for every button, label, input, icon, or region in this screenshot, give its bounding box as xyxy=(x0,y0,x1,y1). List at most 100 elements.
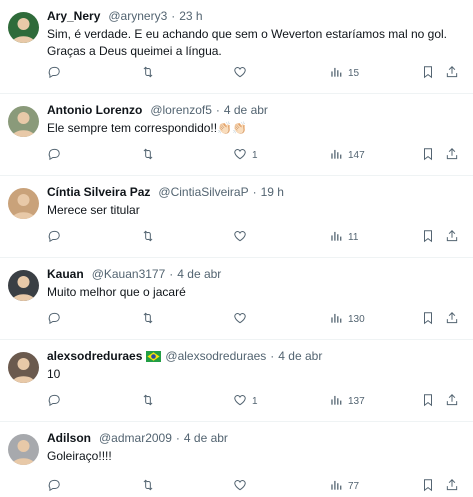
bookmark-button[interactable] xyxy=(421,393,435,410)
share-icon xyxy=(445,65,459,82)
retweet-button[interactable] xyxy=(141,65,160,82)
share-icon xyxy=(445,147,459,164)
share-button[interactable] xyxy=(445,229,459,246)
timestamp[interactable]: 19 h xyxy=(261,184,284,200)
like-button[interactable]: 1 xyxy=(233,393,258,410)
retweet-button[interactable] xyxy=(141,311,160,328)
user-handle[interactable]: @admar2009 xyxy=(99,430,172,446)
reply-button[interactable] xyxy=(47,65,66,82)
bookmark-button[interactable] xyxy=(421,65,435,82)
like-button[interactable]: 1 xyxy=(233,147,258,164)
display-name[interactable]: Adilson xyxy=(47,430,91,446)
heart-icon xyxy=(233,478,247,495)
share-button[interactable] xyxy=(445,311,459,328)
user-handle[interactable]: @arynery3 xyxy=(108,8,167,24)
tweet[interactable]: Cíntia Silveira Paz @CintiaSilveiraP · 1… xyxy=(0,176,473,258)
retweet-button[interactable] xyxy=(141,393,160,410)
retweet-icon xyxy=(141,393,155,410)
reply-icon xyxy=(47,229,61,246)
tweet-header: Kauan @Kauan3177 · 4 de abr xyxy=(47,266,463,282)
tweet-body: Kauan @Kauan3177 · 4 de abr Muito melhor… xyxy=(47,266,463,339)
retweet-button[interactable] xyxy=(141,478,160,495)
views-button[interactable]: 147 xyxy=(329,147,365,164)
action-bar: 1 137 xyxy=(47,393,459,409)
display-name[interactable]: Ary_Nery xyxy=(47,8,100,24)
brazil-flag-icon xyxy=(146,351,162,363)
like-button[interactable] xyxy=(233,229,252,246)
tweet[interactable]: Ary_Nery @arynery3 · 23 h Sim, é verdade… xyxy=(0,0,473,94)
views-button[interactable]: 77 xyxy=(329,478,359,495)
bookmark-icon xyxy=(421,229,435,246)
action-bar: 1 147 xyxy=(47,147,459,163)
retweet-icon xyxy=(141,229,155,246)
tweet-header: Cíntia Silveira Paz @CintiaSilveiraP · 1… xyxy=(47,184,463,200)
retweet-button[interactable] xyxy=(141,229,160,246)
views-button[interactable]: 137 xyxy=(329,393,365,410)
bookmark-button[interactable] xyxy=(421,478,435,495)
reply-button[interactable] xyxy=(47,393,66,410)
user-handle[interactable]: @alexsodreduraes xyxy=(165,348,266,364)
view-count: 77 xyxy=(348,480,360,492)
views-button[interactable]: 15 xyxy=(329,65,359,82)
tweet-text-line: 10 xyxy=(47,367,61,381)
views-button[interactable]: 11 xyxy=(329,229,358,246)
reply-button[interactable] xyxy=(47,478,66,495)
views-chart-icon xyxy=(329,393,343,410)
bookmark-button[interactable] xyxy=(421,147,435,164)
display-name[interactable]: Kauan xyxy=(47,266,84,282)
retweet-button[interactable] xyxy=(141,147,160,164)
views-chart-icon xyxy=(329,147,343,164)
tweet-text: Muito melhor que o jacaré xyxy=(47,284,463,301)
like-button[interactable] xyxy=(233,65,252,82)
timestamp[interactable]: 4 de abr xyxy=(177,266,221,282)
views-button[interactable]: 130 xyxy=(329,311,365,328)
display-name[interactable]: Antonio Lorenzo xyxy=(47,102,142,118)
tweet-text: Ele sempre tem correspondido!!👏🏻👏🏻 xyxy=(47,120,463,137)
avatar-image xyxy=(8,12,39,43)
display-name[interactable]: Cíntia Silveira Paz xyxy=(47,184,150,200)
tweet[interactable]: Adilson @admar2009 · 4 de abr Goleiraço!… xyxy=(0,422,473,497)
user-handle[interactable]: @CintiaSilveiraP xyxy=(158,184,248,200)
avatar[interactable] xyxy=(8,188,39,219)
share-button[interactable] xyxy=(445,147,459,164)
tweet-text-line: Merece ser titular xyxy=(47,203,140,217)
timestamp[interactable]: 4 de abr xyxy=(278,348,322,364)
tweet[interactable]: Kauan @Kauan3177 · 4 de abr Muito melhor… xyxy=(0,258,473,340)
bookmark-button[interactable] xyxy=(421,229,435,246)
separator-dot: · xyxy=(175,431,180,445)
views-chart-icon xyxy=(329,311,343,328)
like-count: 1 xyxy=(252,149,258,161)
share-button[interactable] xyxy=(445,478,459,495)
tweet-header: Ary_Nery @arynery3 · 23 h xyxy=(47,8,463,24)
like-button[interactable] xyxy=(233,478,252,495)
action-bar: 130 xyxy=(47,311,459,327)
tweet-body: alexsodreduraes @alexsodreduraes · 4 de … xyxy=(47,348,463,421)
avatar-image xyxy=(8,106,39,137)
reply-button[interactable] xyxy=(47,311,66,328)
avatar[interactable] xyxy=(8,434,39,465)
share-button[interactable] xyxy=(445,65,459,82)
avatar[interactable] xyxy=(8,12,39,43)
share-button[interactable] xyxy=(445,393,459,410)
timestamp[interactable]: 23 h xyxy=(179,8,202,24)
avatar-image xyxy=(8,352,39,383)
avatar[interactable] xyxy=(8,106,39,137)
timestamp[interactable]: 4 de abr xyxy=(224,102,268,118)
avatar-image xyxy=(8,434,39,465)
tweet-body: Antonio Lorenzo @lorenzof5 · 4 de abr El… xyxy=(47,102,463,175)
reply-button[interactable] xyxy=(47,229,66,246)
avatar[interactable] xyxy=(8,270,39,301)
separator-dot: · xyxy=(270,349,275,363)
display-name[interactable]: alexsodreduraes xyxy=(47,348,142,364)
bookmark-button[interactable] xyxy=(421,311,435,328)
tweet[interactable]: alexsodreduraes @alexsodreduraes · 4 de … xyxy=(0,340,473,422)
tweet[interactable]: Antonio Lorenzo @lorenzof5 · 4 de abr El… xyxy=(0,94,473,176)
like-button[interactable] xyxy=(233,311,252,328)
reply-button[interactable] xyxy=(47,147,66,164)
avatar[interactable] xyxy=(8,352,39,383)
user-handle[interactable]: @Kauan3177 xyxy=(92,266,166,282)
separator-dot: · xyxy=(215,103,220,117)
timestamp[interactable]: 4 de abr xyxy=(184,430,228,446)
user-handle[interactable]: @lorenzof5 xyxy=(150,102,212,118)
tweet-header: Adilson @admar2009 · 4 de abr xyxy=(47,430,463,446)
